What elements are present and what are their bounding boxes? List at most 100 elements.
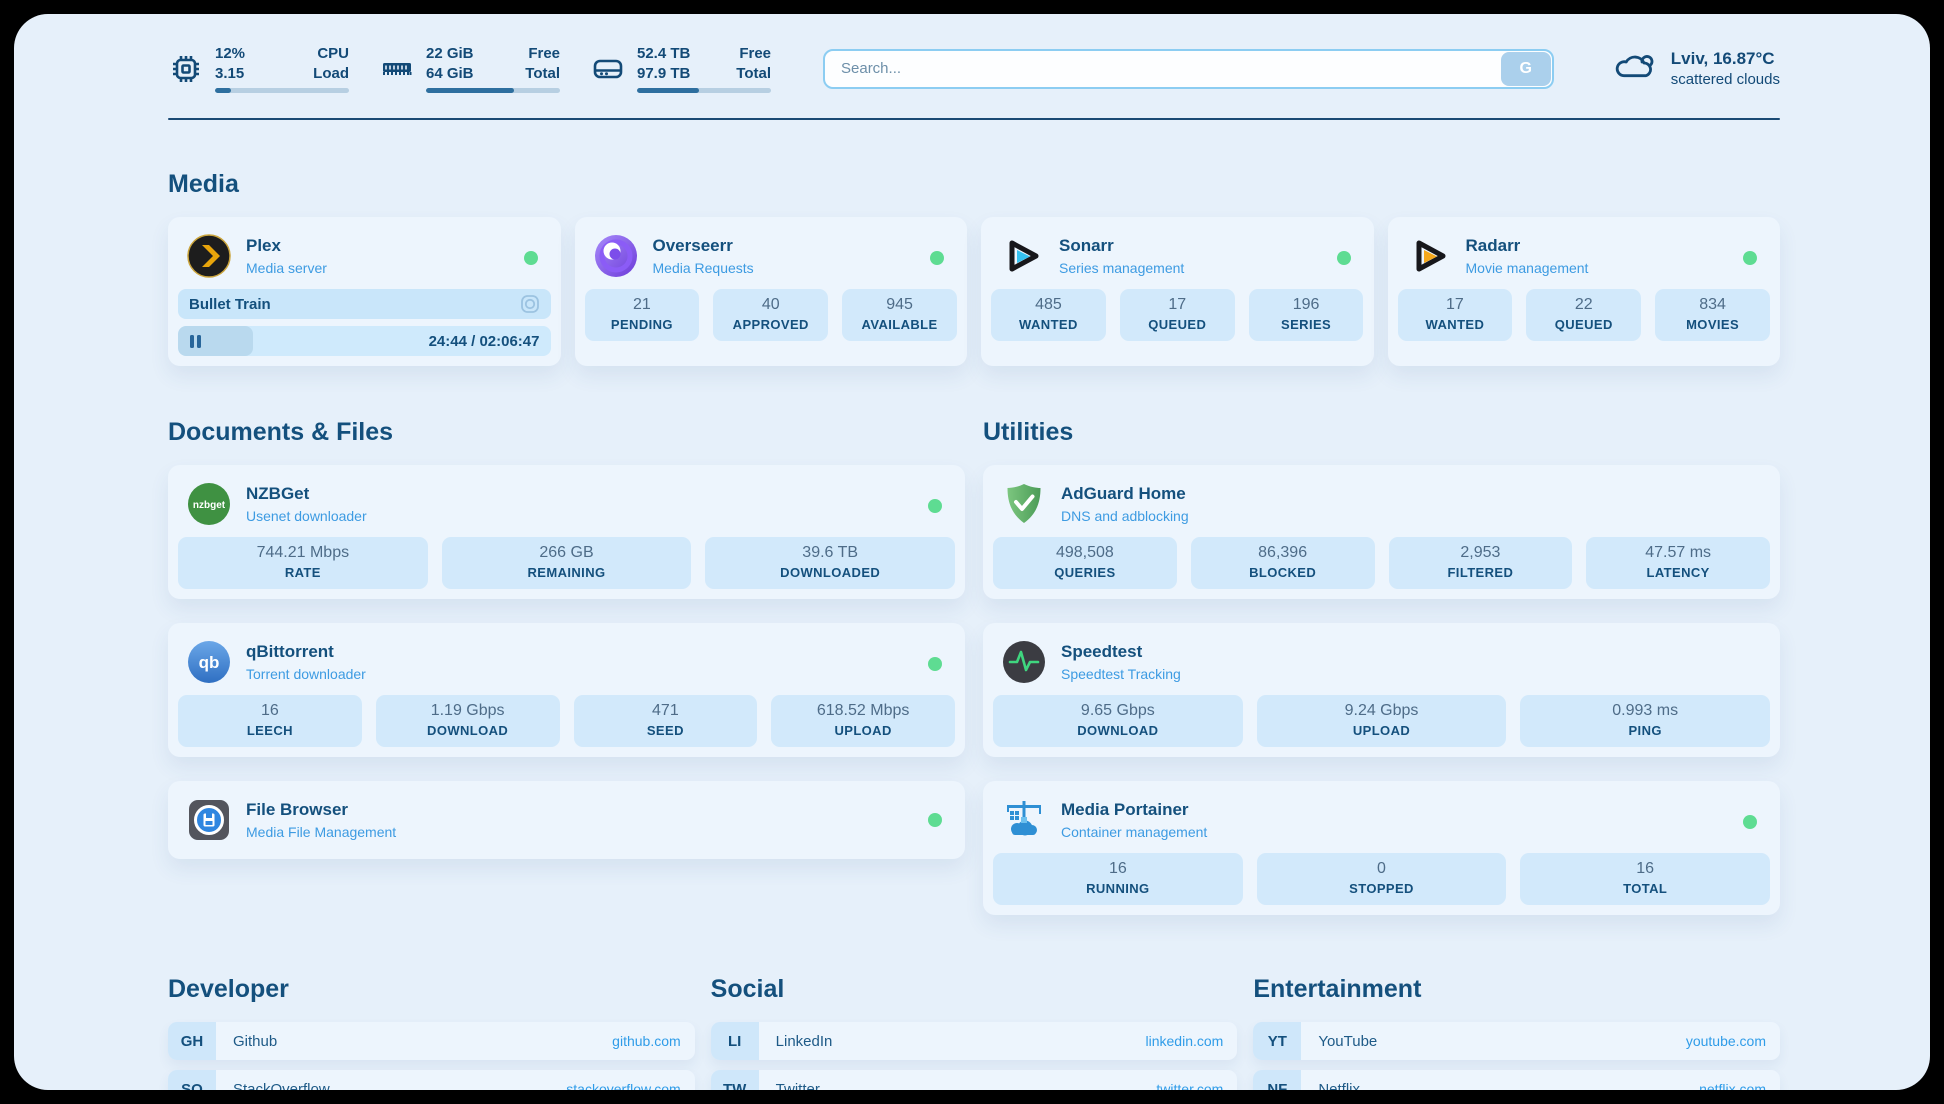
link-linkedin[interactable]: LI LinkedIn linkedin.com — [711, 1022, 1238, 1060]
cpu-icon — [168, 51, 204, 87]
stat-box: 39.6 TB DOWNLOADED — [705, 537, 955, 589]
app-card-radarr[interactable]: Radarr Movie management 17 WANTED 22 QUE… — [1388, 217, 1781, 366]
status-dot — [928, 499, 942, 513]
cpu-load-value: 3.15 — [215, 64, 245, 84]
adguard-icon — [1001, 481, 1047, 527]
link-abbr: LI — [711, 1022, 759, 1060]
svg-text:qb: qb — [199, 653, 220, 672]
stat-box: 17 QUEUED — [1120, 289, 1235, 341]
ram-stat-group: 22 GiB 64 GiB Free Total — [379, 44, 560, 93]
stat-box: 0.993 ms PING — [1520, 695, 1770, 747]
link-name: Github — [216, 1033, 277, 1050]
app-subtitle: Media Requests — [653, 260, 754, 276]
app-card-filebrowser[interactable]: File Browser Media File Management — [168, 781, 965, 859]
disk-progress-fill — [637, 88, 699, 93]
section-title-social: Social — [711, 975, 1238, 1004]
app-name: Media Portainer — [1061, 800, 1207, 820]
link-host: netflix.com — [1699, 1081, 1780, 1090]
app-card-nzbget[interactable]: nzbget NZBGet Usenet downloader 744.21 M… — [168, 465, 965, 599]
app-card-sonarr[interactable]: Sonarr Series management 485 WANTED 17 Q… — [981, 217, 1374, 366]
status-dot — [928, 813, 942, 827]
app-card-qbittorrent[interactable]: qb qBittorrent Torrent downloader 16 LEE… — [168, 623, 965, 757]
link-host: stackoverflow.com — [566, 1081, 694, 1090]
stat-box: 17 WANTED — [1398, 289, 1513, 341]
stat-box: 744.21 Mbps RATE — [178, 537, 428, 589]
now-playing-row: Bullet Train — [178, 289, 551, 319]
now-playing-title: Bullet Train — [189, 296, 271, 313]
stat-box: 0 STOPPED — [1257, 853, 1507, 905]
stat-box: 22 QUEUED — [1526, 289, 1641, 341]
status-dot — [524, 251, 538, 265]
ram-icon — [379, 51, 415, 87]
stat-box: 16 LEECH — [178, 695, 362, 747]
link-netflix[interactable]: NF Netflix netflix.com — [1253, 1070, 1780, 1090]
link-name: YouTube — [1301, 1033, 1377, 1050]
link-abbr: NF — [1253, 1070, 1301, 1090]
app-name: Plex — [246, 236, 327, 256]
disk-free-label: Free — [736, 44, 771, 64]
search-input[interactable] — [823, 49, 1554, 89]
status-dot — [1337, 251, 1351, 265]
ram-free-label: Free — [525, 44, 560, 64]
weather-location-temp: Lviv, 16.87°C — [1671, 49, 1780, 69]
app-subtitle: Series management — [1059, 260, 1184, 276]
portainer-icon — [1001, 797, 1047, 843]
utilities-column: Utilities — [983, 366, 1780, 939]
filebrowser-icon — [186, 797, 232, 843]
status-dot — [928, 657, 942, 671]
link-youtube[interactable]: YT YouTube youtube.com — [1253, 1022, 1780, 1060]
app-card-overseerr[interactable]: Overseerr Media Requests 21 PENDING 40 A… — [575, 217, 968, 366]
link-abbr: GH — [168, 1022, 216, 1060]
social-column: Social LI LinkedIn linkedin.com TW Twitt… — [711, 947, 1238, 1090]
app-name: NZBGet — [246, 484, 367, 504]
cpu-usage-value: 12% — [215, 44, 245, 64]
media-grid: Plex Media server Bullet Train — [168, 217, 1780, 366]
cpu-label: CPU — [313, 44, 349, 64]
stat-box: 16 TOTAL — [1520, 853, 1770, 905]
stat-box: 16 RUNNING — [993, 853, 1243, 905]
cpu-load-label: Load — [313, 64, 349, 84]
app-card-plex[interactable]: Plex Media server Bullet Train — [168, 217, 561, 366]
plex-now-playing: Bullet Train 24:44 / 02:06:47 — [177, 289, 552, 357]
entertainment-column: Entertainment YT YouTube youtube.com NF … — [1253, 947, 1780, 1090]
app-card-speedtest[interactable]: Speedtest Speedtest Tracking 9.65 Gbps D… — [983, 623, 1780, 757]
section-title-media: Media — [168, 170, 1780, 199]
section-title-entertainment: Entertainment — [1253, 975, 1780, 1004]
section-title-utilities: Utilities — [983, 418, 1780, 447]
dashboard-page: 12% 3.15 CPU Load — [14, 14, 1930, 1090]
stat-box: 40 APPROVED — [713, 289, 828, 341]
app-subtitle: Media File Management — [246, 824, 396, 840]
link-abbr: YT — [1253, 1022, 1301, 1060]
search-engine-button[interactable]: G — [1501, 52, 1551, 86]
radarr-icon — [1406, 233, 1452, 279]
status-dot — [930, 251, 944, 265]
documents-column: Documents & Files nzbget NZBGet Usenet d… — [168, 366, 965, 939]
ram-total-label: Total — [525, 64, 560, 84]
link-github[interactable]: GH Github github.com — [168, 1022, 695, 1060]
pause-icon — [190, 335, 201, 348]
stat-box: 47.57 ms LATENCY — [1586, 537, 1770, 589]
search-bar: G — [823, 49, 1554, 89]
stat-box: 21 PENDING — [585, 289, 700, 341]
cpu-stat-group: 12% 3.15 CPU Load — [168, 44, 349, 93]
app-name: File Browser — [246, 800, 396, 820]
stat-box: 498,508 QUERIES — [993, 537, 1177, 589]
app-name: Overseerr — [653, 236, 754, 256]
link-name: LinkedIn — [759, 1033, 833, 1050]
stat-box: 485 WANTED — [991, 289, 1106, 341]
overseerr-icon — [593, 233, 639, 279]
app-card-portainer[interactable]: Media Portainer Container management 16 … — [983, 781, 1780, 915]
playback-time: 24:44 / 02:06:47 — [429, 333, 540, 350]
link-stackoverflow[interactable]: SO StackOverflow stackoverflow.com — [168, 1070, 695, 1090]
ram-total-value: 64 GiB — [426, 64, 474, 84]
disk-stat-group: 52.4 TB 97.9 TB Free Total — [590, 44, 771, 93]
app-subtitle: Torrent downloader — [246, 666, 366, 682]
link-twitter[interactable]: TW Twitter twitter.com — [711, 1070, 1238, 1090]
app-subtitle: Media server — [246, 260, 327, 276]
app-subtitle: Container management — [1061, 824, 1207, 840]
app-card-adguard[interactable]: AdGuard Home DNS and adblocking 498,508 … — [983, 465, 1780, 599]
app-name: Sonarr — [1059, 236, 1184, 256]
top-bar: 12% 3.15 CPU Load — [168, 44, 1780, 93]
section-title-developer: Developer — [168, 975, 695, 1004]
app-subtitle: DNS and adblocking — [1061, 508, 1189, 524]
